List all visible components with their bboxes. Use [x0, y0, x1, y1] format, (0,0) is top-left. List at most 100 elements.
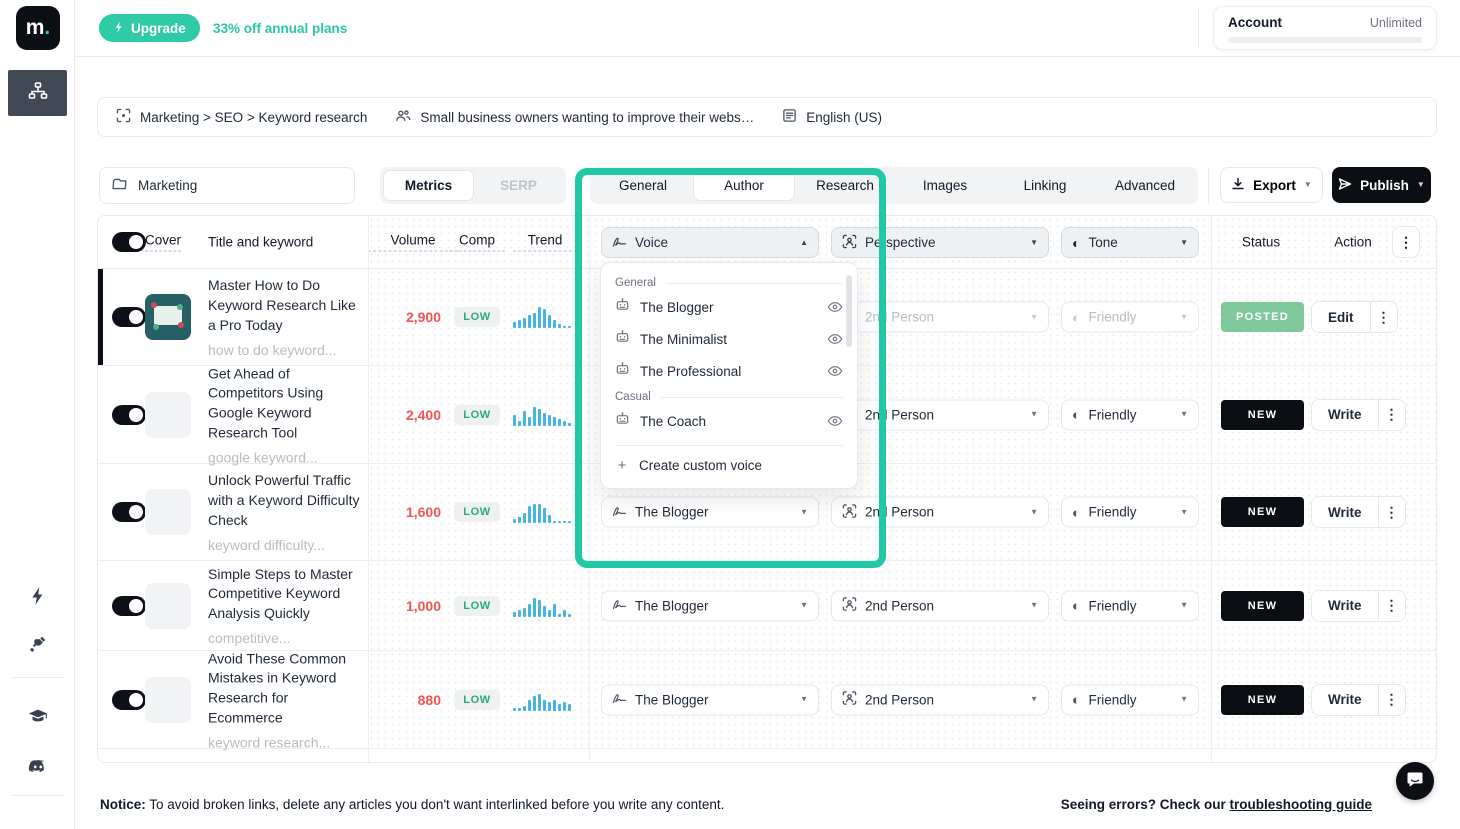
comp-badge: LOW	[449, 596, 505, 616]
action-button[interactable]: Write	[1312, 400, 1378, 430]
export-button[interactable]: Export ▼	[1220, 167, 1323, 203]
action-button[interactable]: Edit	[1312, 302, 1370, 332]
row-menu-button[interactable]: ⋮	[1378, 400, 1405, 430]
tone-select[interactable]: ◐ Friendly ▼	[1061, 590, 1199, 621]
create-custom-voice-label: Create custom voice	[639, 458, 762, 473]
header-volume[interactable]: Volume	[368, 233, 458, 252]
troubleshooting-guide-link[interactable]: troubleshooting guide	[1230, 797, 1372, 812]
cover-thumbnail[interactable]	[145, 583, 191, 629]
sidebar-item-sitemap[interactable]	[8, 70, 67, 116]
table-menu-button[interactable]: ⋮	[1392, 226, 1420, 258]
tone-icon: ◐	[1072, 599, 1080, 613]
voice-select[interactable]: The Blogger ▼	[601, 590, 819, 621]
column-divider	[1211, 216, 1212, 762]
article-title[interactable]: Get Ahead of Competitors Using Google Ke…	[208, 364, 366, 444]
article-keyword: google keyword...	[208, 449, 366, 465]
sidebar-item-integrations[interactable]	[0, 634, 75, 659]
view-toggle: MetricsSERP	[380, 167, 566, 204]
perspective-select[interactable]: 2nd Person ▼	[831, 302, 1049, 333]
row-toggle[interactable]	[112, 596, 146, 616]
lightning-icon	[28, 586, 48, 611]
sidebar-item-academy[interactable]	[0, 706, 75, 733]
header-trend[interactable]: Trend	[513, 233, 577, 252]
view-tab-serp[interactable]: SERP	[474, 170, 563, 201]
breadcrumb[interactable]: Marketing > SEO > Keyword research	[116, 108, 367, 126]
perspective-select[interactable]: 2nd Person ▼	[831, 399, 1049, 430]
audience-chip[interactable]: Small business owners wanting to improve…	[395, 108, 754, 126]
create-custom-voice-button[interactable]: + Create custom voice	[615, 445, 843, 482]
language-chip[interactable]: English (US)	[782, 108, 882, 126]
status-badge: NEW	[1221, 497, 1304, 527]
upgrade-button[interactable]: Upgrade	[99, 14, 200, 42]
tab-general[interactable]: General	[593, 170, 693, 201]
tone-select[interactable]: ◐ Friendly ▼	[1061, 399, 1199, 430]
perspective-select[interactable]: 2nd Person ▼	[831, 684, 1049, 715]
article-title[interactable]: Unlock Powerful Traffic with a Keyword D…	[208, 471, 366, 531]
voice-option[interactable]: The Professional	[615, 355, 843, 387]
title-cell: Unlock Powerful Traffic with a Keyword D…	[208, 471, 366, 553]
row-toggle[interactable]	[112, 405, 146, 425]
row-menu-button[interactable]: ⋮	[1378, 591, 1405, 621]
tab-advanced[interactable]: Advanced	[1095, 170, 1195, 201]
cover-thumbnail[interactable]	[145, 392, 191, 438]
cover-thumbnail[interactable]	[145, 489, 191, 535]
dropdown-scrollbar[interactable]	[846, 275, 852, 347]
voice-option[interactable]: The Coach	[615, 405, 843, 437]
tone-select[interactable]: ◐ Friendly ▼	[1061, 497, 1199, 528]
article-title[interactable]: Simple Steps to Master Competitive Keywo…	[208, 565, 366, 625]
header-comp[interactable]: Comp	[449, 233, 505, 252]
action-button[interactable]: Write	[1312, 591, 1378, 621]
tab-research[interactable]: Research	[795, 170, 895, 201]
voice-select[interactable]: The Blogger ▼	[601, 497, 819, 528]
perspective-header-select[interactable]: Perspective ▼	[831, 227, 1049, 258]
sitemap-icon	[27, 80, 49, 107]
chevron-down-icon: ▼	[1304, 181, 1312, 189]
voice-value: The Blogger	[635, 505, 709, 520]
perspective-header-label: Perspective	[865, 235, 936, 250]
tab-author[interactable]: Author	[693, 170, 795, 201]
eye-icon[interactable]	[827, 333, 843, 345]
publish-button[interactable]: Publish ▼	[1332, 167, 1431, 203]
voice-select[interactable]: The Blogger ▼	[601, 684, 819, 715]
row-toggle[interactable]	[112, 502, 146, 522]
eye-icon[interactable]	[827, 415, 843, 427]
row-menu-button[interactable]: ⋮	[1370, 302, 1397, 332]
account-usage-bar	[1228, 37, 1422, 43]
promo-text[interactable]: 33% off annual plans	[213, 21, 347, 36]
discord-icon-button[interactable]	[0, 756, 75, 783]
tab-images[interactable]: Images	[895, 170, 995, 201]
tone-icon: ◐	[1072, 310, 1080, 324]
perspective-select[interactable]: 2nd Person ▼	[831, 590, 1049, 621]
project-select[interactable]: Marketing	[99, 167, 355, 204]
tone-header-select[interactable]: ◐ Tone ▼	[1061, 227, 1199, 258]
volume-value: 880	[361, 692, 441, 708]
row-toggle[interactable]	[112, 307, 146, 327]
eye-icon[interactable]	[827, 365, 843, 377]
voice-option[interactable]: The Minimalist	[615, 323, 843, 355]
header-cover[interactable]: Cover	[145, 233, 181, 252]
app-logo[interactable]: m.	[16, 6, 60, 50]
row-menu-button[interactable]: ⋮	[1378, 497, 1405, 527]
volume-value: 1,600	[361, 504, 441, 520]
cover-thumbnail[interactable]	[145, 677, 191, 723]
action-button[interactable]: Write	[1312, 685, 1378, 715]
article-title[interactable]: Master How to Do Keyword Research Like a…	[208, 276, 366, 336]
select-all-toggle[interactable]	[112, 232, 146, 252]
sidebar-item-activity[interactable]	[0, 586, 75, 611]
voice-option[interactable]: The Blogger	[615, 291, 843, 323]
account-card[interactable]: Account Unlimited	[1213, 6, 1437, 50]
tone-select[interactable]: ◐ Friendly ▼	[1061, 684, 1199, 715]
action-button[interactable]: Write	[1312, 497, 1378, 527]
row-menu-button[interactable]: ⋮	[1378, 685, 1405, 715]
chat-launcher-button[interactable]	[1396, 762, 1434, 800]
view-tab-metrics[interactable]: Metrics	[383, 170, 474, 201]
row-toggle[interactable]	[112, 690, 146, 710]
eye-icon[interactable]	[827, 301, 843, 313]
action-group: Write ⋮	[1311, 399, 1406, 431]
cover-thumbnail[interactable]	[145, 294, 191, 340]
tab-linking[interactable]: Linking	[995, 170, 1095, 201]
article-title[interactable]: Avoid These Common Mistakes in Keyword R…	[208, 649, 366, 729]
voice-header-select[interactable]: Voice ▲	[601, 227, 819, 258]
tone-select[interactable]: ◐ Friendly ▼	[1061, 302, 1199, 333]
perspective-select[interactable]: 2nd Person ▼	[831, 497, 1049, 528]
